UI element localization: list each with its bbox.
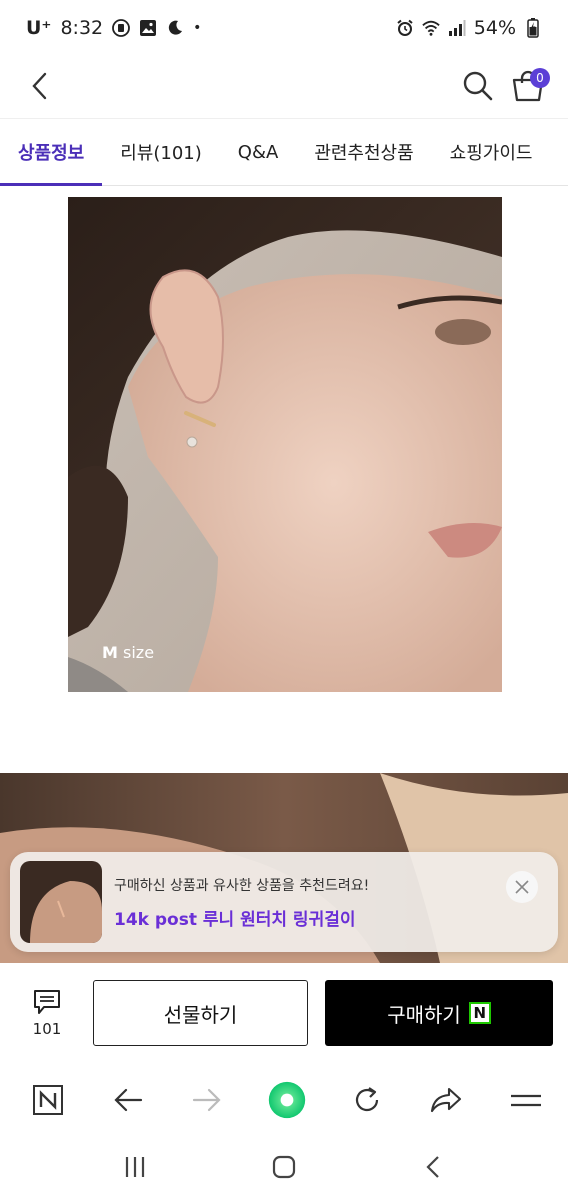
tab-qna[interactable]: Q&A (220, 119, 297, 185)
review-count: 101 (32, 1020, 62, 1038)
recommendation-subtitle: 구매하신 상품과 유사한 상품을 추천드려요! (114, 877, 370, 894)
tab-product-info[interactable]: 상품정보 (0, 119, 103, 186)
battery-icon (524, 18, 542, 38)
comment-icon (34, 990, 60, 1014)
recommendation-popup[interactable]: 구매하신 상품과 유사한 상품을 추천드려요! 14k post 루니 원터치 … (10, 852, 558, 952)
browser-back-button[interactable] (108, 1080, 148, 1120)
green-dot-button[interactable] (267, 1080, 307, 1120)
naver-home-icon (33, 1085, 63, 1115)
recent-apps-button[interactable] (115, 1147, 155, 1187)
close-icon (515, 880, 529, 894)
browser-home-button[interactable] (28, 1080, 68, 1120)
home-button[interactable] (264, 1147, 304, 1187)
gallery-icon (139, 19, 157, 37)
recent-apps-icon (125, 1157, 144, 1177)
cart-button[interactable]: 0 (508, 66, 550, 106)
browser-forward-button[interactable] (187, 1080, 227, 1120)
tab-related-products[interactable]: 관련추천상품 (296, 119, 431, 185)
tab-reviews[interactable]: 리뷰(101) (102, 119, 220, 185)
arrow-left-icon (114, 1088, 142, 1112)
carrier-label: U⁺ (26, 17, 52, 39)
home-icon (272, 1155, 296, 1179)
status-bar: U⁺ 8:32 • 54% (0, 0, 568, 56)
night-mode-icon (166, 19, 184, 37)
tab-shopping-guide[interactable]: 쇼핑가이드 (432, 119, 551, 185)
alarm-icon (396, 19, 414, 37)
battery-percent: 54% (473, 17, 516, 39)
browser-share-button[interactable] (426, 1080, 466, 1120)
notification-dot-icon: • (193, 20, 202, 36)
browser-menu-button[interactable] (506, 1080, 546, 1120)
purchase-bar: 101 선물하기 구매하기 N (0, 963, 568, 1063)
app-bar: 0 (0, 56, 568, 116)
search-icon (463, 71, 493, 101)
buy-button-label: 구매하기 (387, 1002, 461, 1027)
system-back-button[interactable] (413, 1147, 453, 1187)
product-tabs: 상품정보 리뷰(101) Q&A 관련추천상품 쇼핑가이드 (0, 118, 568, 186)
screenshot-icon (112, 19, 131, 37)
recommendation-thumbnail[interactable] (20, 861, 102, 943)
browser-toolbar (0, 1066, 568, 1134)
back-arrow-icon (32, 72, 47, 100)
buy-button[interactable]: 구매하기 N (325, 980, 553, 1046)
arrow-right-icon (193, 1088, 221, 1112)
back-button[interactable] (20, 66, 60, 106)
system-navigation-bar (0, 1134, 568, 1200)
clock: 8:32 (60, 17, 104, 39)
review-button[interactable]: 101 (15, 988, 79, 1038)
menu-icon (510, 1094, 541, 1107)
product-photo-earring-model: M size (68, 197, 502, 692)
signal-icon (448, 19, 466, 37)
cart-count-badge: 0 (530, 68, 550, 88)
browser-refresh-button[interactable] (347, 1080, 387, 1120)
naver-pay-icon: N (468, 1002, 491, 1024)
share-icon (431, 1087, 462, 1113)
gift-button[interactable]: 선물하기 (93, 980, 308, 1046)
search-button[interactable] (458, 66, 498, 106)
recommendation-close-button[interactable] (506, 871, 538, 903)
refresh-icon (355, 1087, 378, 1112)
chevron-left-icon (426, 1156, 440, 1178)
wifi-icon (422, 19, 440, 37)
green-dot-icon (268, 1081, 306, 1119)
recommendation-title[interactable]: 14k post 루니 원터치 링귀걸이 (114, 905, 369, 930)
size-label: M size (102, 643, 155, 662)
